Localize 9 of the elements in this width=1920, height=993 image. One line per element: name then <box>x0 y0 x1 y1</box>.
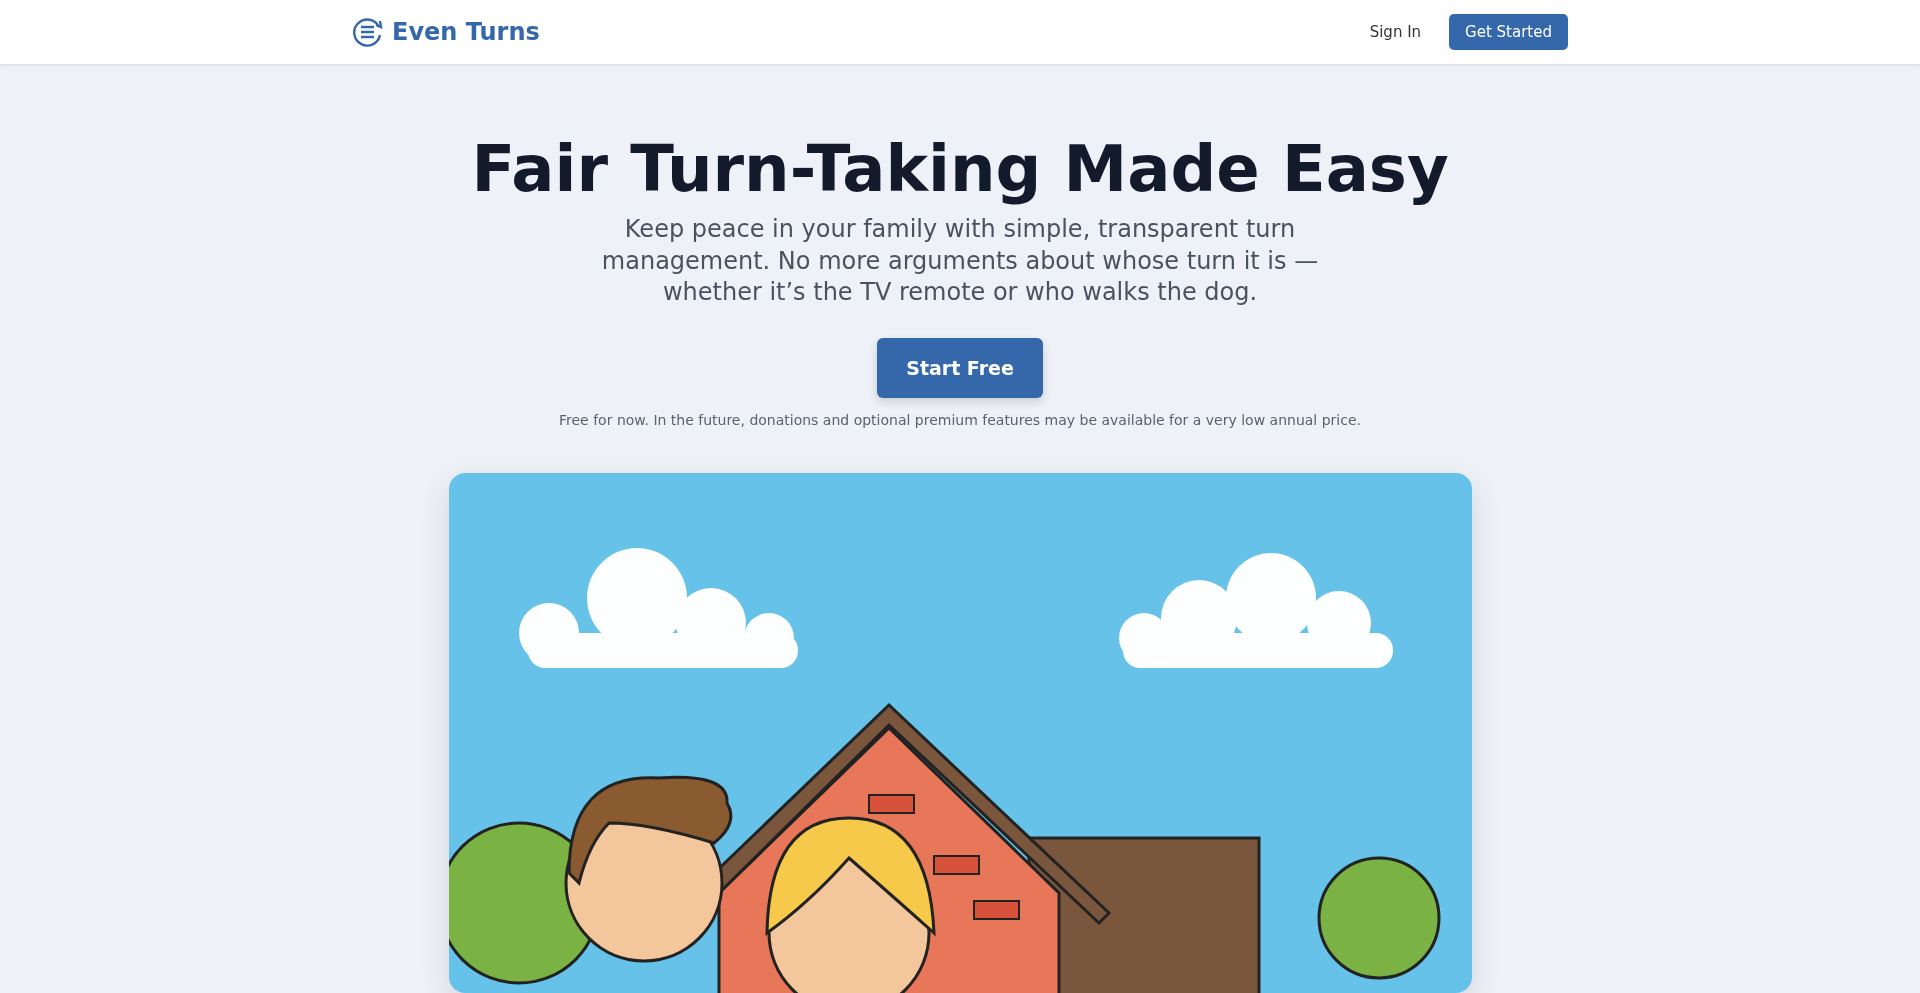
sign-in-link[interactable]: Sign In <box>1369 23 1422 41</box>
hero-title: Fair Turn-Taking Made Easy <box>471 134 1449 205</box>
hero-subtitle: Keep peace in your family with simple, transparent turn management. No more arguments about whose turn it is — whether it’s the TV remote or who walks the dog. <box>600 214 1320 308</box>
list-refresh-icon <box>352 16 384 48</box>
brand-link[interactable]: Even Turns <box>352 16 540 48</box>
pricing-note: Free for now. In the future, donations and optional premium features may be available for a very low annual price. <box>559 411 1361 428</box>
start-free-button[interactable]: Start Free <box>877 337 1043 398</box>
get-started-button[interactable]: Get Started <box>1449 14 1568 50</box>
brand-name: Even Turns <box>392 18 540 46</box>
